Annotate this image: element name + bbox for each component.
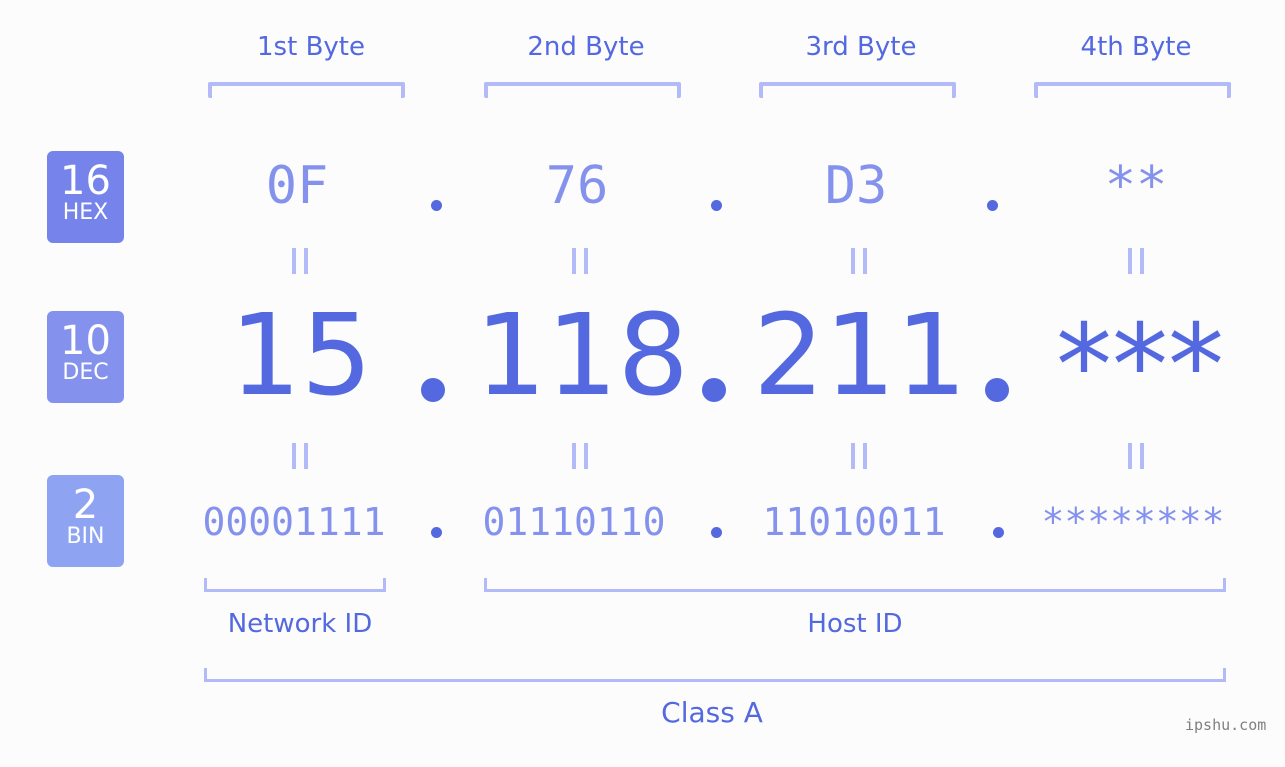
- hex-value-3: D3: [824, 156, 888, 216]
- equals-icon: [1128, 248, 1144, 274]
- hex-value-2: 76: [545, 156, 609, 216]
- dec-badge-name: DEC: [62, 360, 109, 385]
- bin-separator-dot: [993, 527, 1004, 538]
- host-id-label: Host ID: [807, 609, 903, 639]
- dec-value-1: 15: [229, 291, 373, 421]
- bin-separator-dot: [431, 527, 442, 538]
- byte-label-4: 4th Byte: [1080, 32, 1192, 62]
- equals-icon: [572, 248, 588, 274]
- dec-badge: 10 DEC: [47, 311, 124, 403]
- equals-icon: [292, 248, 308, 274]
- equals-icon: [572, 443, 588, 469]
- equals-icon: [851, 248, 867, 274]
- hex-separator-dot: [431, 200, 442, 211]
- bin-badge: 2 BIN: [47, 475, 124, 567]
- bin-value-1: 00001111: [202, 500, 386, 544]
- bin-badge-name: BIN: [66, 524, 105, 549]
- byte-label-1: 1st Byte: [257, 32, 365, 62]
- hex-badge: 16 HEX: [47, 151, 124, 243]
- hex-separator-dot: [711, 200, 722, 211]
- bin-badge-base: 2: [72, 482, 99, 528]
- bin-value-2: 01110110: [482, 500, 666, 544]
- hex-value-1: 0F: [265, 156, 329, 216]
- bin-value-3: 11010011: [762, 500, 946, 544]
- network-id-bracket: [204, 578, 386, 592]
- byte-bracket-4: [1034, 82, 1231, 98]
- host-id-bracket: [484, 578, 1226, 592]
- hex-value-4: **: [1104, 156, 1168, 216]
- equals-icon: [292, 443, 308, 469]
- dec-badge-base: 10: [60, 318, 111, 364]
- byte-bracket-2: [484, 82, 681, 98]
- dec-separator-dot: [702, 378, 726, 402]
- hex-separator-dot: [987, 200, 998, 211]
- hex-badge-base: 16: [60, 158, 111, 204]
- network-id-label: Network ID: [227, 609, 373, 639]
- bin-separator-dot: [711, 527, 722, 538]
- byte-label-3: 3rd Byte: [805, 32, 917, 62]
- class-bracket: [204, 668, 1226, 682]
- dec-value-3: 211: [753, 291, 967, 421]
- dec-separator-dot: [421, 378, 445, 402]
- byte-bracket-1: [208, 82, 405, 98]
- watermark: ipshu.com: [1185, 716, 1267, 734]
- dec-separator-dot: [985, 378, 1009, 402]
- equals-icon: [1128, 443, 1144, 469]
- dec-value-4: ***: [1056, 301, 1224, 431]
- class-label: Class A: [661, 696, 763, 729]
- byte-label-2: 2nd Byte: [527, 32, 645, 62]
- equals-icon: [851, 443, 867, 469]
- bin-value-4: ********: [1041, 500, 1225, 544]
- hex-badge-name: HEX: [62, 200, 109, 225]
- dec-value-2: 118: [475, 291, 689, 421]
- byte-bracket-3: [759, 82, 956, 98]
